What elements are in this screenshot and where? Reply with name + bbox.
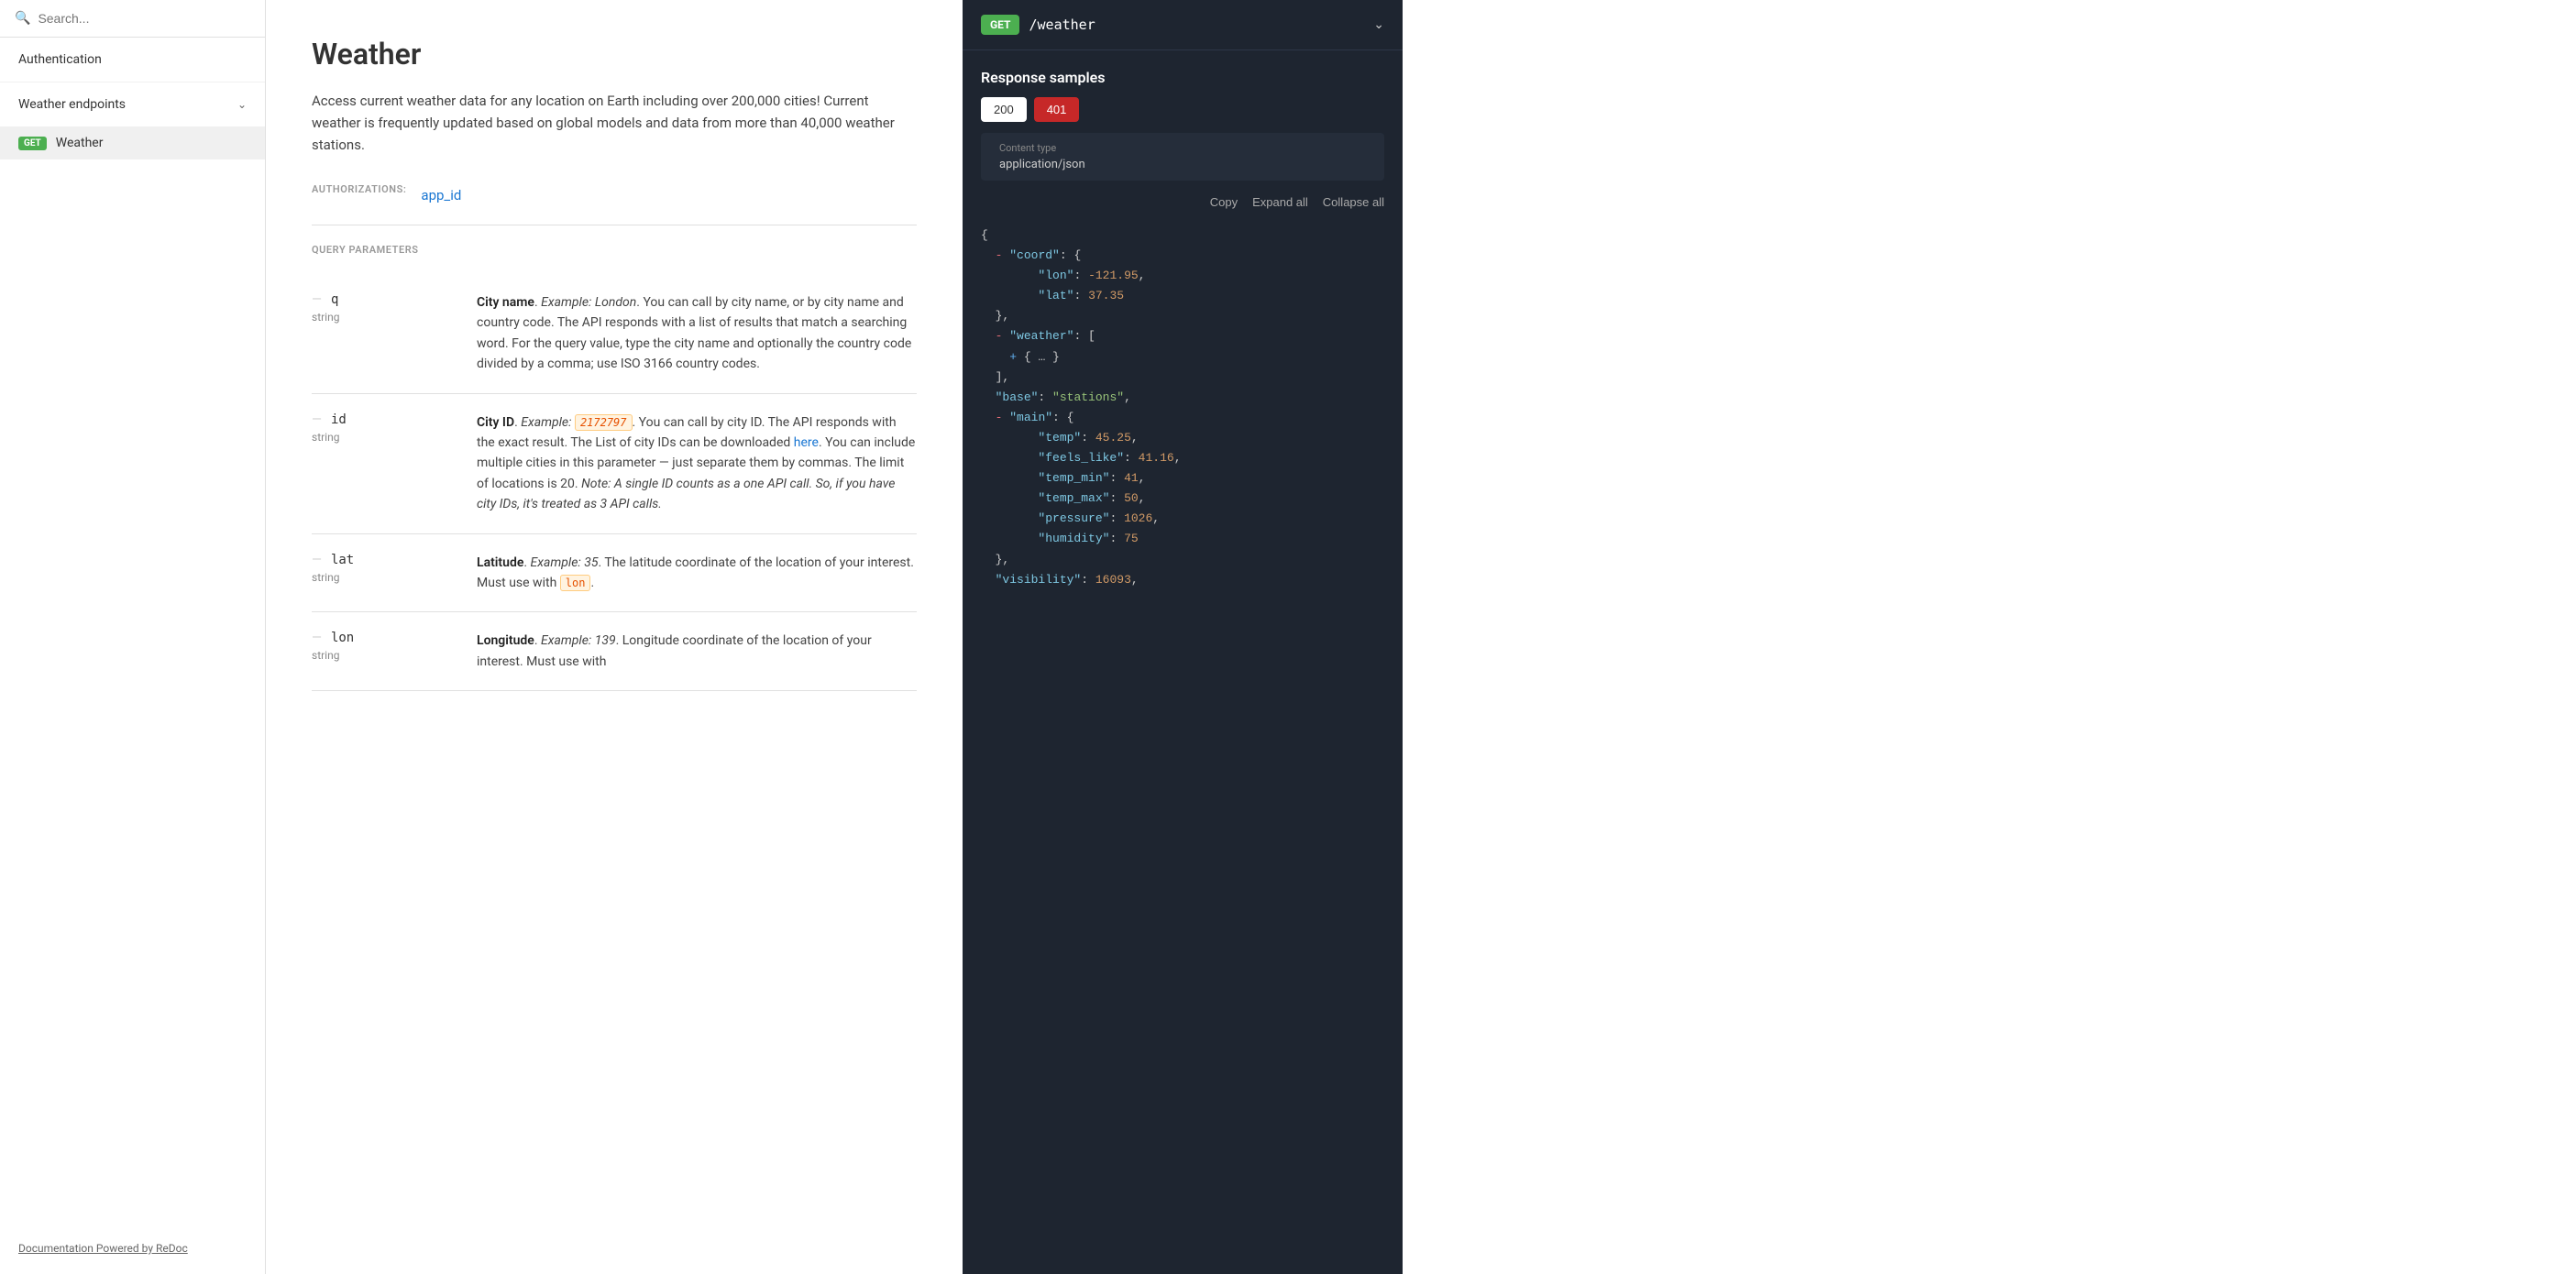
param-dash: — — [312, 631, 322, 645]
param-desc-lon: Longitude. Example: 139. Longitude coord… — [477, 631, 917, 672]
param-left-id: — id string — [312, 412, 458, 444]
param-desc-lat: Latitude. Example: 35. The latitude coor… — [477, 553, 917, 594]
expand-all-button[interactable]: Expand all — [1252, 195, 1308, 209]
param-row-id: — id string City ID. Example: 2172797. Y… — [312, 394, 917, 534]
search-icon: 🔍 — [15, 11, 30, 26]
get-method-badge: GET — [18, 137, 47, 150]
code-block: { - "coord": { "lon": -121.95, "lat": 37… — [963, 216, 1403, 609]
collapse-all-button[interactable]: Collapse all — [1323, 195, 1384, 209]
content-type-value: application/json — [999, 158, 1366, 171]
endpoint-header: GET /weather ⌄ — [963, 0, 1403, 50]
param-row-q: — q string City name. Example: London. Y… — [312, 274, 917, 394]
param-desc-q: City name. Example: London. You can call… — [477, 292, 917, 375]
param-name-q: q — [331, 292, 338, 307]
param-type-lon: string — [312, 649, 458, 662]
sidebar-endpoint-label: Weather — [56, 136, 104, 150]
tab-200[interactable]: 200 — [981, 97, 1027, 122]
endpoint-path: /weather — [1029, 16, 1364, 33]
content-type-bar: Content type application/json — [981, 133, 1384, 181]
sidebar-endpoint-weather[interactable]: GET Weather — [0, 126, 265, 159]
query-params-label: QUERY PARAMETERS — [312, 244, 917, 256]
param-desc-id: City ID. Example: 2172797. You can call … — [477, 412, 917, 515]
search-input[interactable] — [38, 11, 250, 26]
search-box[interactable]: 🔍 — [0, 0, 265, 38]
param-left-q: — q string — [312, 292, 458, 324]
param-left-lat: — lat string — [312, 553, 458, 584]
param-type-id: string — [312, 431, 458, 444]
copy-button[interactable]: Copy — [1210, 195, 1238, 209]
auth-row: AUTHORIZATIONS: app_id — [312, 183, 917, 225]
chevron-down-icon: ⌄ — [237, 98, 247, 111]
param-type-lat: string — [312, 571, 458, 584]
code-actions: Copy Expand all Collapse all — [963, 192, 1403, 216]
tab-401[interactable]: 401 — [1034, 97, 1080, 122]
param-row-lon: — lon string Longitude. Example: 139. Lo… — [312, 612, 917, 691]
sidebar: 🔍 Authentication Weather endpoints ⌄ GET… — [0, 0, 266, 1274]
content-type-label: Content type — [999, 142, 1366, 154]
sidebar-item-auth[interactable]: Authentication — [0, 38, 265, 82]
param-name-lon: lon — [331, 631, 354, 645]
redoc-link[interactable]: Documentation Powered by ReDoc — [18, 1242, 188, 1255]
param-dash: — — [312, 553, 322, 567]
page-description: Access current weather data for any loca… — [312, 90, 917, 156]
endpoint-chevron-icon: ⌄ — [1373, 17, 1384, 32]
authorizations-label: AUTHORIZATIONS: — [312, 183, 406, 195]
city-ids-link[interactable]: here — [794, 435, 819, 450]
response-tabs: 200 401 — [963, 97, 1403, 133]
param-name-lat: lat — [331, 553, 354, 567]
param-left-lon: — lon string — [312, 631, 458, 662]
param-dash: — — [312, 412, 322, 427]
main-content: Weather Access current weather data for … — [266, 0, 963, 1274]
param-row-lat: — lat string Latitude. Example: 35. The … — [312, 534, 917, 613]
param-dash: — — [312, 292, 322, 307]
sidebar-section-weather[interactable]: Weather endpoints ⌄ — [0, 82, 265, 126]
response-samples-title: Response samples — [963, 50, 1403, 97]
param-name-id: id — [331, 412, 347, 427]
right-panel: GET /weather ⌄ Response samples 200 401 … — [963, 0, 1403, 1274]
endpoint-get-badge: GET — [981, 15, 1019, 35]
redoc-footer: Documentation Powered by ReDoc — [0, 1220, 265, 1274]
sidebar-section-label: Weather endpoints — [18, 97, 126, 112]
page-title: Weather — [312, 37, 917, 71]
param-type-q: string — [312, 311, 458, 324]
auth-link[interactable]: app_id — [421, 187, 461, 203]
